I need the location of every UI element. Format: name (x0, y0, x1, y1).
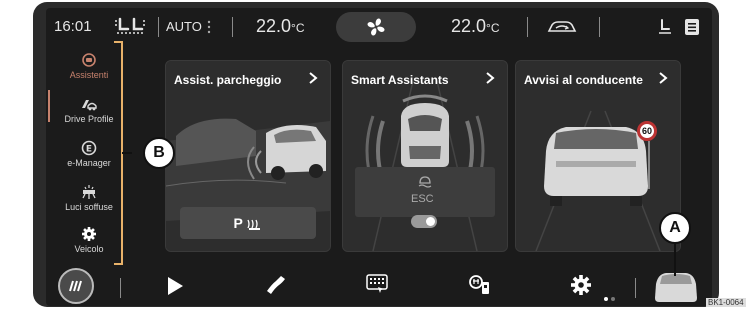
fan-icon (367, 18, 385, 36)
toggle-knob (426, 217, 435, 226)
e-manager-icon: E (81, 140, 97, 156)
temp-right-unit: °C (486, 21, 500, 35)
svg-text:E: E (86, 145, 92, 155)
sidebar-item-label: Drive Profile (64, 114, 114, 124)
bracket-b (114, 41, 132, 265)
home-logo-icon (69, 280, 82, 292)
sidebar-item-label: e-Manager (67, 158, 111, 168)
temp-left-unit: °C (291, 21, 305, 35)
status-bar: 16:01 AUTO 22.0°C 22.0°C (46, 8, 712, 46)
settings-gear-icon[interactable] (570, 274, 592, 296)
gear-icon (82, 227, 96, 241)
divider (158, 17, 159, 37)
keypad-icon[interactable] (366, 274, 388, 294)
chevron-right-icon (309, 72, 318, 84)
temp-left-value: 22.0 (256, 16, 292, 36)
phone-icon[interactable] (265, 274, 287, 296)
seat-icon[interactable] (658, 18, 672, 36)
chevron-right-icon (659, 72, 668, 84)
page-indicator (604, 297, 615, 301)
card-title: Avvisi al conducente (524, 73, 643, 87)
auto-climate-button[interactable]: AUTO (166, 19, 202, 34)
driver-alerts-scene-image (516, 61, 680, 251)
seat-heating-icon[interactable] (114, 15, 146, 39)
park-assist-label: P (233, 215, 243, 231)
callout-a: A (659, 212, 691, 244)
chevron-right-icon (486, 72, 495, 84)
callout-b: B (143, 137, 175, 169)
sidebar-item-label: Assistenti (69, 70, 109, 80)
temp-right-control[interactable]: 22.0°C (451, 16, 500, 37)
ambient-light-icon (82, 185, 96, 199)
recirculation-icon[interactable] (546, 17, 578, 37)
speed-limit-sign: 60 (637, 121, 657, 141)
play-icon[interactable] (166, 276, 184, 296)
esc-toggle[interactable] (411, 215, 437, 228)
dots-icon (207, 20, 211, 34)
clock: 16:01 (54, 18, 92, 35)
sidebar-item-label: Veicolo (74, 244, 104, 254)
divider (527, 17, 528, 37)
drive-profile-icon (82, 100, 97, 111)
charging-station-icon[interactable] (468, 274, 492, 296)
temp-left-control[interactable]: 22.0°C (256, 16, 305, 37)
fan-button[interactable] (336, 12, 416, 42)
park-assist-button[interactable]: P (180, 207, 316, 239)
menu-icon[interactable] (684, 18, 700, 36)
divider (599, 17, 600, 37)
card-parking-assist[interactable]: Assist. parcheggio P (165, 60, 331, 252)
image-code: BK1-0064 (706, 298, 746, 307)
bottom-nav (46, 266, 712, 306)
sidebar-item-label: Luci soffuse (65, 202, 113, 212)
card-smart-assistants[interactable]: Smart Assistants ESC (342, 60, 508, 252)
card-title: Assist. parcheggio (174, 73, 282, 87)
driver-assist-icon (82, 53, 96, 67)
divider (232, 17, 233, 37)
esc-icon (418, 176, 432, 188)
divider (120, 278, 121, 298)
card-driver-alerts[interactable]: Avvisi al conducente 60 (515, 60, 681, 252)
card-title: Smart Assistants (351, 73, 449, 87)
parking-sensor-icon (247, 220, 261, 231)
speed-limit-value: 60 (641, 126, 652, 136)
divider (635, 278, 636, 298)
callout-a-line (674, 242, 676, 276)
temp-right-value: 22.0 (451, 16, 487, 36)
esc-label: ESC (411, 193, 434, 205)
home-button[interactable] (58, 268, 94, 304)
